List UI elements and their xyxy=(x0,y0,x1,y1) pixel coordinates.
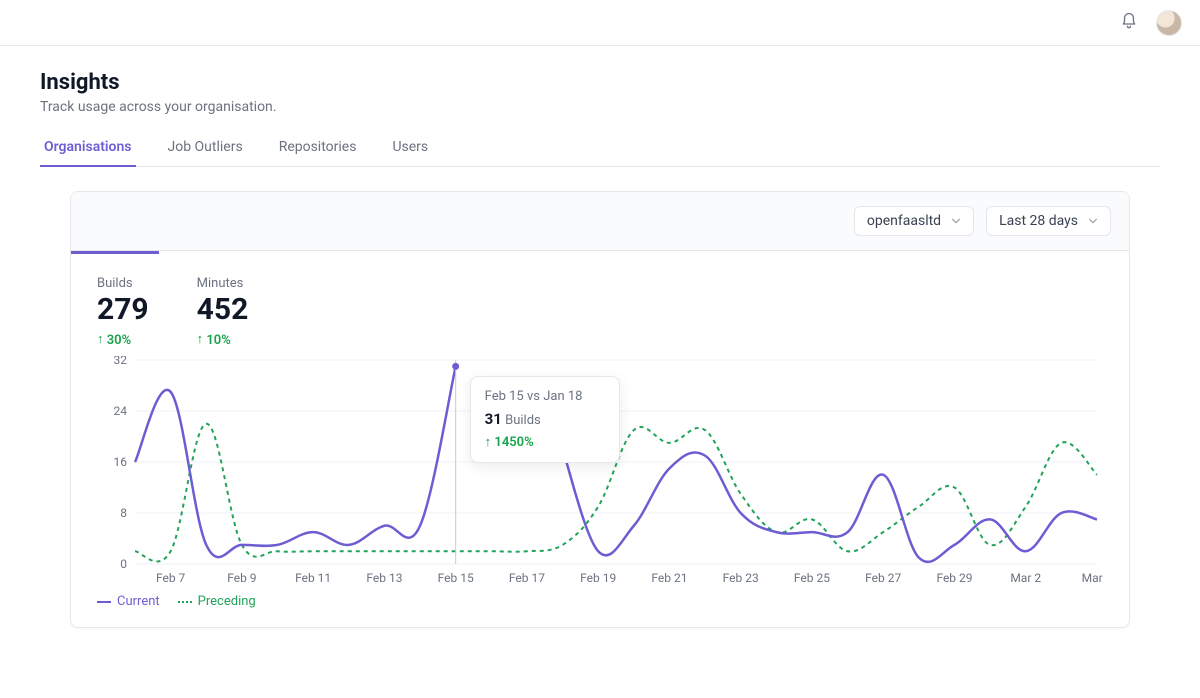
legend: Current Preceding xyxy=(71,594,1129,627)
page-header: Insights Track usage across your organis… xyxy=(0,46,1200,628)
page-subtitle: Track usage across your organisation. xyxy=(40,99,1160,115)
page-title: Insights xyxy=(40,70,1160,95)
org-select-label: openfaasltd xyxy=(867,213,941,229)
tab-organisations[interactable]: Organisations xyxy=(40,131,136,167)
chart-wrap: 0 8 16 24 32 Feb 7 Feb 9 Feb 11 Feb 13 Feb 15 Feb … xyxy=(71,356,1129,594)
chart-tooltip: Feb 15 vs Jan 18 31 Builds ↑ 1450% xyxy=(470,376,620,463)
range-select-label: Last 28 days xyxy=(999,213,1078,229)
svg-text:Mar 2: Mar 2 xyxy=(1010,571,1041,585)
svg-text:Feb 29: Feb 29 xyxy=(936,571,972,585)
tooltip-value: 31 xyxy=(485,410,502,428)
tabs: Organisations Job Outliers Repositories … xyxy=(40,131,1160,167)
tooltip-delta: ↑ 1450% xyxy=(485,434,605,450)
arrow-up-icon: ↑ xyxy=(197,331,204,347)
chart[interactable]: 0 8 16 24 32 Feb 7 Feb 9 Feb 11 Feb 13 Feb 15 Feb … xyxy=(89,356,1105,586)
tooltip-label: Builds xyxy=(505,413,541,428)
metric-minutes-value: 452 xyxy=(197,293,249,326)
svg-text:32: 32 xyxy=(114,356,128,367)
org-select[interactable]: openfaasltd xyxy=(854,206,974,236)
metric-builds[interactable]: Builds 279 ↑ 30% xyxy=(97,276,149,348)
metric-minutes[interactable]: Minutes 452 ↑ 10% xyxy=(197,276,249,348)
svg-text:24: 24 xyxy=(114,404,128,418)
svg-text:Feb 7: Feb 7 xyxy=(156,571,186,585)
tooltip-date-compare: Feb 15 vs Jan 18 xyxy=(485,389,605,404)
legend-current[interactable]: Current xyxy=(97,594,160,609)
svg-text:Feb 11: Feb 11 xyxy=(295,571,331,585)
svg-text:Feb 27: Feb 27 xyxy=(865,571,901,585)
svg-text:Feb 9: Feb 9 xyxy=(227,571,256,585)
svg-text:Feb 13: Feb 13 xyxy=(366,571,402,585)
tab-users[interactable]: Users xyxy=(388,131,432,167)
svg-text:Feb 23: Feb 23 xyxy=(723,571,759,585)
insights-card: openfaasltd Last 28 days Builds 279 ↑ 30… xyxy=(70,191,1130,628)
metric-minutes-label: Minutes xyxy=(197,276,249,291)
svg-text:0: 0 xyxy=(120,557,127,571)
card-toolbar: openfaasltd Last 28 days xyxy=(71,192,1129,251)
svg-text:Feb 19: Feb 19 xyxy=(580,571,616,585)
range-select[interactable]: Last 28 days xyxy=(986,206,1111,236)
svg-text:16: 16 xyxy=(114,455,128,469)
svg-text:Feb 15: Feb 15 xyxy=(438,571,474,585)
svg-text:Feb 21: Feb 21 xyxy=(651,571,687,585)
svg-text:Feb 17: Feb 17 xyxy=(509,571,545,585)
tab-repositories[interactable]: Repositories xyxy=(275,131,361,167)
legend-preceding-swatch xyxy=(178,601,192,603)
arrow-up-icon: ↑ xyxy=(97,331,104,347)
svg-text:8: 8 xyxy=(120,506,127,520)
chevron-down-icon xyxy=(1088,216,1098,226)
metric-builds-label: Builds xyxy=(97,276,149,291)
avatar[interactable] xyxy=(1156,10,1182,36)
svg-text:Mar 4: Mar 4 xyxy=(1082,571,1105,585)
legend-preceding[interactable]: Preceding xyxy=(178,594,256,609)
metrics-row: Builds 279 ↑ 30% Minutes 452 ↑ 10% xyxy=(71,254,1129,356)
svg-text:Feb 25: Feb 25 xyxy=(794,571,830,585)
metric-minutes-delta: ↑ 10% xyxy=(197,332,249,348)
legend-current-swatch xyxy=(97,601,111,603)
top-bar xyxy=(0,0,1200,46)
bell-icon[interactable] xyxy=(1120,12,1138,34)
chevron-down-icon xyxy=(951,216,961,226)
metric-builds-delta: ↑ 30% xyxy=(97,332,149,348)
tab-job-outliers[interactable]: Job Outliers xyxy=(164,131,247,167)
metric-builds-value: 279 xyxy=(97,293,149,326)
